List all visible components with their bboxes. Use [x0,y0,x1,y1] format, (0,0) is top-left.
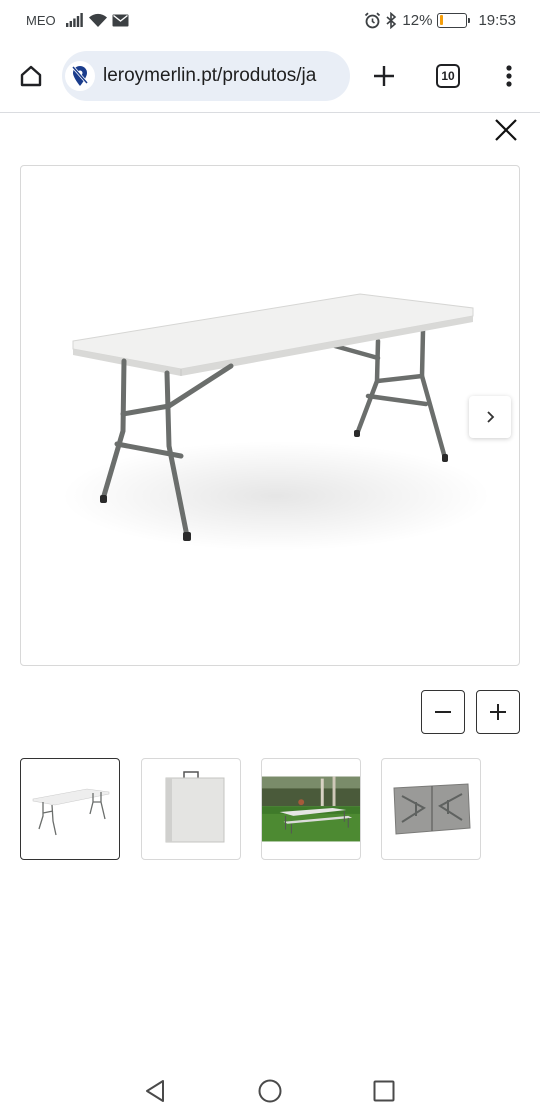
thumbnail-image-table-garden [262,776,360,842]
thumbnail-4[interactable] [381,758,481,860]
nav-back-button[interactable] [138,1074,172,1108]
product-image-folding-table [61,293,491,551]
plus-icon [374,66,394,86]
thumbnail-1[interactable] [20,758,120,860]
wifi-icon [89,13,107,27]
tab-switcher-button[interactable]: 10 [428,57,468,95]
mail-icon [112,14,129,26]
thumbnail-image-table-open [32,788,110,836]
bluetooth-icon [386,11,397,29]
more-vert-icon [506,65,512,87]
thumbnail-image-table-underside [393,783,471,835]
home-button[interactable] [12,57,50,95]
home-circle-icon [258,1079,282,1103]
system-nav-bar [0,1062,540,1120]
nav-home-button[interactable] [253,1074,287,1108]
browser-toolbar: leroymerlin.pt/produtos/ja 10 [0,48,540,106]
battery-icon [437,12,471,28]
url-text[interactable]: leroymerlin.pt/produtos/ja [103,65,316,87]
back-triangle-icon [146,1080,164,1102]
plus-icon [490,704,506,720]
minus-icon [435,711,451,713]
carrier-name: MEO [26,13,56,28]
nav-recents-button[interactable] [367,1074,401,1108]
tab-count: 10 [441,69,455,83]
next-image-button[interactable] [469,396,511,438]
home-icon [20,65,42,87]
close-icon [495,119,517,141]
thumbnail-2[interactable] [141,758,241,860]
alarm-icon [365,12,381,28]
chevron-right-icon [487,411,495,423]
toolbar-divider [0,112,540,113]
tabs-icon: 10 [436,64,460,88]
zoom-out-button[interactable] [421,690,465,734]
address-bar[interactable]: leroymerlin.pt/produtos/ja [62,51,350,101]
zoom-in-button[interactable] [476,690,520,734]
clock: 19:53 [478,11,516,29]
status-icons-left [66,11,129,29]
product-image-viewer[interactable] [20,165,520,666]
thumbnail-3[interactable] [261,758,361,860]
status-bar: MEO 12% 19:53 [0,0,540,40]
site-info-button[interactable] [65,61,95,91]
new-tab-button[interactable] [364,57,404,95]
status-icons-right: 12% 19:53 [364,10,516,30]
battery-percent: 12% [402,11,433,29]
battery-level [439,15,443,25]
menu-button[interactable] [490,57,528,95]
site-info-icon [71,66,89,86]
recents-square-icon [373,1080,395,1102]
signal-icon [66,13,83,27]
close-viewer-button[interactable] [492,116,520,144]
thumbnail-image-table-folded [165,771,225,843]
